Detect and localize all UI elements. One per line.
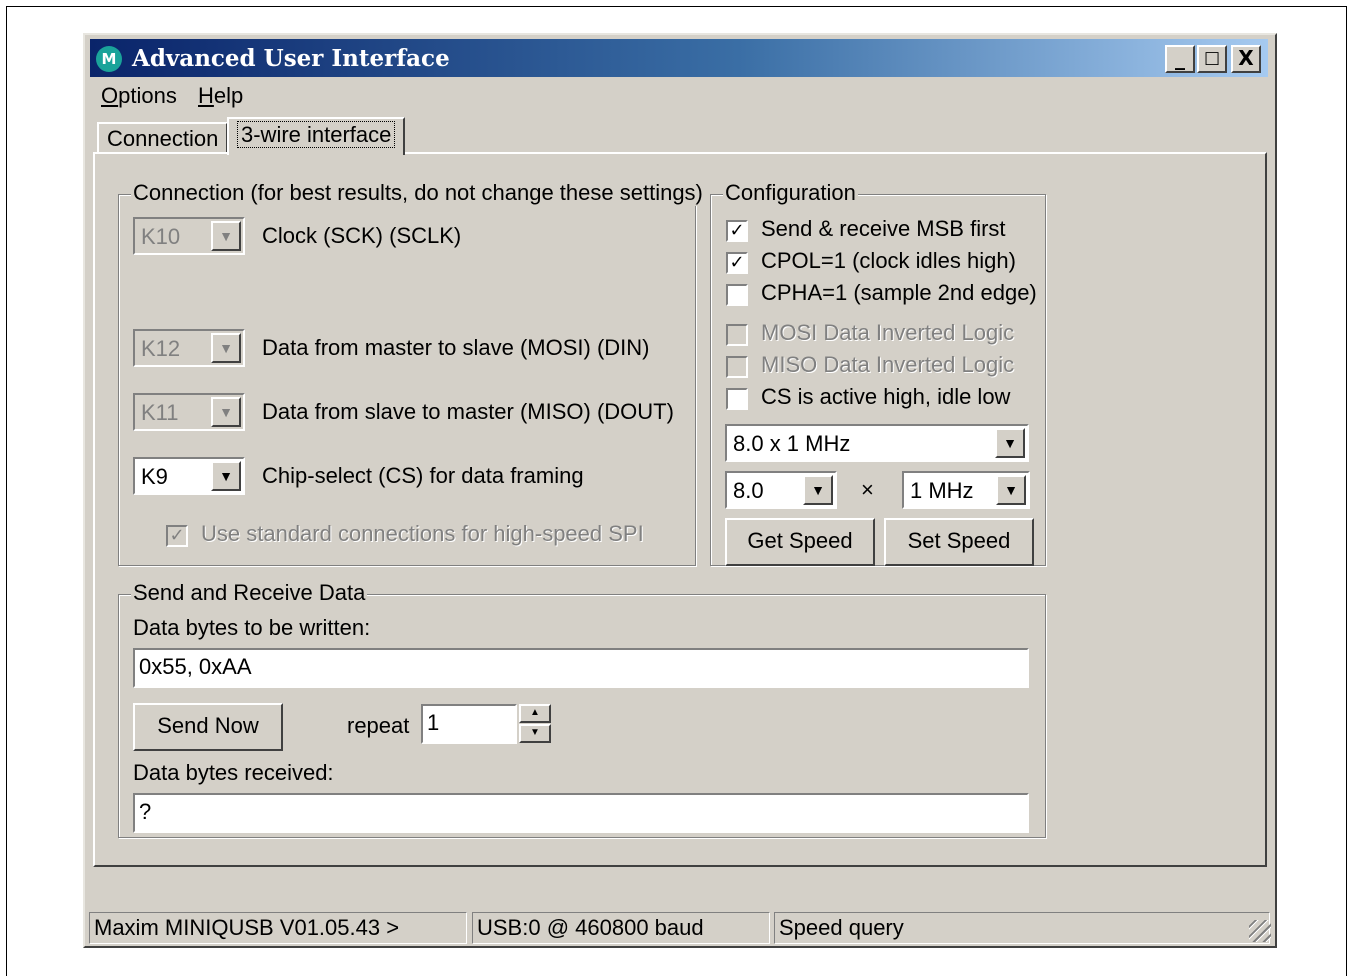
chevron-down-icon: ▼ xyxy=(211,397,241,427)
clock-pin-value: K10 xyxy=(141,224,181,249)
chevron-down-icon[interactable]: ▼ xyxy=(995,428,1025,458)
chevron-down-icon[interactable]: ▼ xyxy=(211,461,241,491)
msb-first-checkbox[interactable]: ✓ xyxy=(726,220,748,242)
mosi-label: Data from master to slave (MOSI) (DIN) xyxy=(262,335,650,360)
tab-connection-label: Connection xyxy=(107,126,219,151)
tab-3-wire-label: 3-wire interface xyxy=(237,121,396,148)
app-window: M Advanced User Interface _ □ X Options … xyxy=(83,33,1277,948)
app-logo-icon: M xyxy=(96,46,122,72)
clock-label: Clock (SCK) (SCLK) xyxy=(262,223,462,248)
configuration-group-legend: Configuration xyxy=(723,180,858,206)
cs-label: Chip-select (CS) for data framing xyxy=(262,463,584,488)
miso-pin-value: K11 xyxy=(141,400,179,425)
tab-3-wire-interface[interactable]: 3-wire interface xyxy=(227,117,406,155)
send-receive-group: Send and Receive Data Data bytes to be w… xyxy=(118,580,1046,838)
multiplier-select[interactable]: 8.0 ▼ xyxy=(725,471,837,509)
cs-active-high-label: CS is active high, idle low xyxy=(761,384,1011,409)
status-message: Speed query xyxy=(774,912,1270,944)
cs-pin-select[interactable]: K9 ▼ xyxy=(133,457,245,495)
cpol-checkbox[interactable]: ✓ xyxy=(726,252,748,274)
chevron-down-icon[interactable]: ▼ xyxy=(996,475,1026,505)
unit-select[interactable]: 1 MHz ▼ xyxy=(902,471,1030,509)
unit-value: 1 MHz xyxy=(910,478,974,503)
write-data-field[interactable]: 0x55, 0xAA xyxy=(133,648,1029,688)
miso-pin-select: K11 ▼ xyxy=(133,393,245,431)
mosi-inverted-label: MOSI Data Inverted Logic xyxy=(761,320,1015,345)
menu-help-label: elp xyxy=(213,83,244,108)
menu-options-mnemonic: O xyxy=(101,83,119,108)
miso-inverted-label: MISO Data Inverted Logic xyxy=(761,352,1015,377)
connection-group: Connection (for best results, do not cha… xyxy=(118,180,705,566)
cpha-checkbox[interactable] xyxy=(726,284,748,306)
cs-active-high-checkbox[interactable] xyxy=(726,388,748,410)
minimize-button[interactable]: _ xyxy=(1165,45,1195,73)
set-speed-button[interactable]: Set Speed xyxy=(884,518,1034,566)
send-now-button[interactable]: Send Now xyxy=(133,703,283,751)
window-title: Advanced User Interface xyxy=(132,45,450,72)
received-data-field[interactable]: ? xyxy=(133,793,1029,833)
tab-panel: Connection (for best results, do not cha… xyxy=(93,152,1267,867)
times-symbol: × xyxy=(861,477,874,502)
write-label: Data bytes to be written: xyxy=(133,615,371,640)
get-speed-button[interactable]: Get Speed xyxy=(725,518,875,566)
spin-up-button[interactable]: ▲ xyxy=(519,704,551,723)
cs-pin-value: K9 xyxy=(141,464,168,489)
send-receive-group-legend: Send and Receive Data xyxy=(131,580,368,606)
cpol-label: CPOL=1 (clock idles high) xyxy=(761,248,1016,273)
repeat-label: repeat xyxy=(347,713,410,738)
title-bar[interactable]: M Advanced User Interface _ □ X xyxy=(90,39,1268,77)
configuration-group: Configuration ✓ Send & receive MSB first… xyxy=(710,180,1046,566)
chevron-down-icon: ▼ xyxy=(211,333,241,363)
mosi-pin-value: K12 xyxy=(141,336,181,361)
standard-connections-checkbox: ✓ xyxy=(166,525,188,547)
menu-options[interactable]: Options xyxy=(101,83,177,109)
close-button[interactable]: X xyxy=(1231,45,1261,73)
connection-group-legend: Connection (for best results, do not cha… xyxy=(131,180,705,206)
resize-grip-icon[interactable] xyxy=(1249,920,1271,942)
mosi-inverted-checkbox xyxy=(726,324,748,346)
menu-help-mnemonic: H xyxy=(198,83,214,108)
spin-down-button[interactable]: ▼ xyxy=(519,724,551,743)
speed-preset-select[interactable]: 8.0 x 1 MHz ▼ xyxy=(725,424,1029,462)
menu-options-label: ptions xyxy=(118,83,177,108)
maximize-button[interactable]: □ xyxy=(1197,45,1227,73)
speed-preset-value: 8.0 x 1 MHz xyxy=(733,431,851,456)
cpha-label: CPHA=1 (sample 2nd edge) xyxy=(761,280,1037,305)
status-device: Maxim MINIQUSB V01.05.43 > xyxy=(89,912,467,944)
clock-pin-select: K10 ▼ xyxy=(133,217,245,255)
standard-connections-label: Use standard connections for high-speed … xyxy=(201,521,644,546)
miso-label: Data from slave to master (MISO) (DOUT) xyxy=(262,399,674,424)
tab-connection[interactable]: Connection xyxy=(97,122,229,154)
miso-inverted-checkbox xyxy=(726,356,748,378)
chevron-down-icon[interactable]: ▼ xyxy=(803,475,833,505)
menu-help[interactable]: Help xyxy=(198,83,243,109)
msb-first-label: Send & receive MSB first xyxy=(761,216,1006,241)
chevron-down-icon: ▼ xyxy=(211,221,241,251)
status-port: USB:0 @ 460800 baud xyxy=(472,912,770,944)
multiplier-value: 8.0 xyxy=(733,478,764,503)
received-label: Data bytes received: xyxy=(133,760,334,785)
repeat-field[interactable]: 1 xyxy=(421,704,517,744)
mosi-pin-select: K12 ▼ xyxy=(133,329,245,367)
